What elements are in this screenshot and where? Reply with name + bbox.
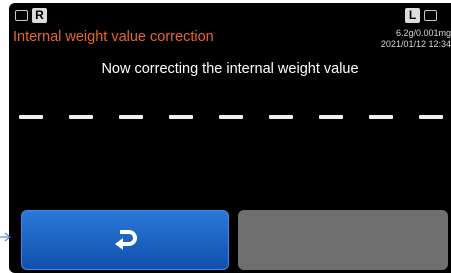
progress-dash — [319, 115, 343, 119]
return-arrow-icon — [115, 230, 137, 250]
balance-display-screen: R L Internal weight value correction 6.2… — [9, 3, 451, 273]
progress-dash — [69, 115, 93, 119]
r-badge: R — [32, 8, 47, 23]
l-badge: L — [405, 8, 420, 23]
capacity-label: 6.2g/0.001mg — [395, 28, 451, 38]
progress-dash — [119, 115, 143, 119]
progress-dash — [369, 115, 393, 119]
back-button[interactable] — [21, 210, 229, 270]
progress-message: Now correcting the internal weight value — [101, 61, 359, 77]
left-indicator: R — [15, 7, 61, 24]
right-indicator: L — [405, 7, 447, 24]
progress-dash — [219, 115, 243, 119]
arrow-pointer-icon — [0, 232, 11, 242]
progress-dash — [419, 115, 443, 119]
datetime-label: 2021/01/12 12:34 — [380, 39, 451, 49]
progress-dash — [169, 115, 193, 119]
progress-dash — [269, 115, 293, 119]
progress-dash — [19, 115, 43, 119]
square-icon — [424, 10, 437, 21]
square-icon — [15, 10, 28, 21]
progress-dashes — [19, 115, 443, 123]
disabled-button — [238, 210, 448, 270]
page-title: Internal weight value correction — [13, 29, 214, 45]
status-info: 6.2g/0.001mg 2021/01/12 12:34 — [381, 28, 451, 50]
